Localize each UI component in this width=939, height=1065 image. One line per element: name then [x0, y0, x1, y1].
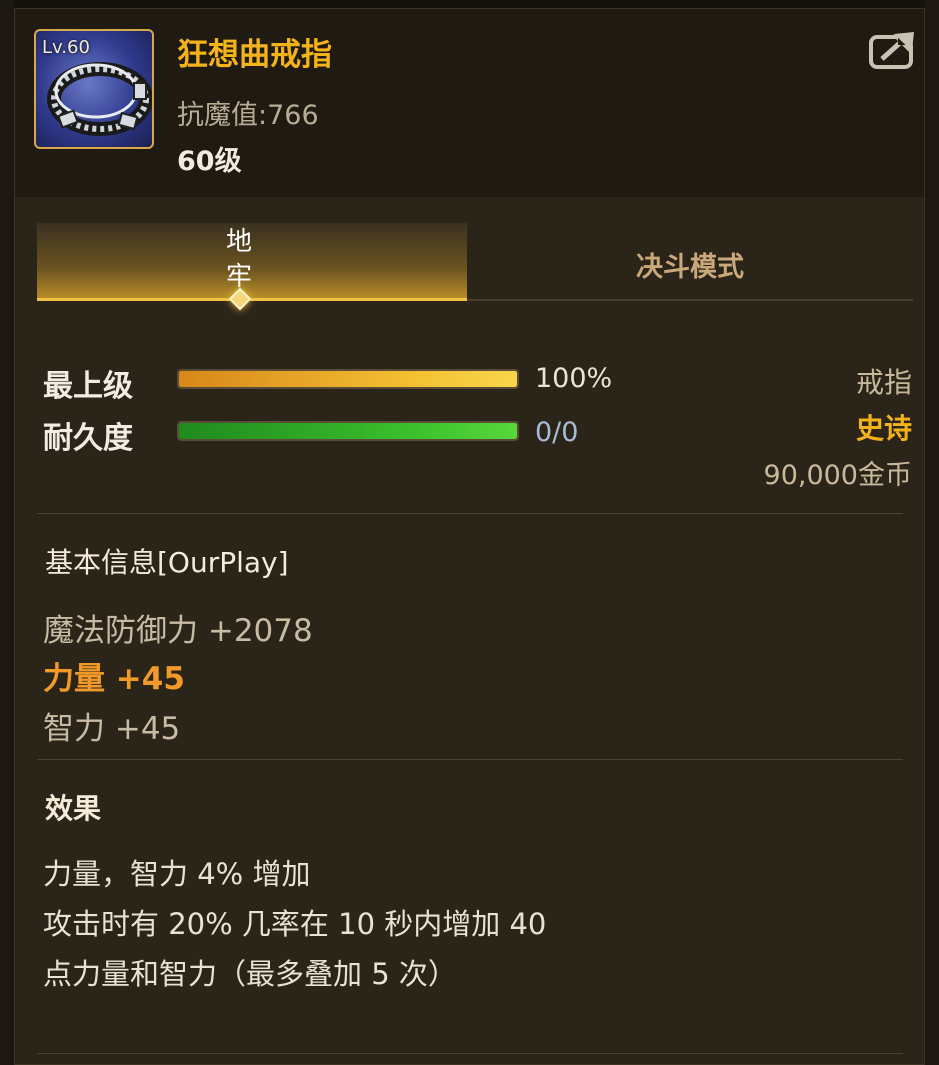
basic-info-title: 基本信息[OurPlay] — [45, 546, 289, 579]
grade-value: 100% — [535, 363, 613, 394]
item-level-badge: Lv.60 — [42, 37, 90, 58]
item-tooltip-panel: Lv.60 狂想曲戒指 抗魔值:766 60级 地牢 决斗模式 最上级 100%… — [14, 8, 925, 1065]
tab-duel-label: 决斗模式 — [636, 252, 744, 283]
effect-line: 攻击时有 20% 几率在 10 秒内增加 40 — [43, 907, 547, 941]
durability-label: 耐久度 — [43, 421, 133, 456]
durability-bar-fill — [179, 423, 517, 439]
item-name: 狂想曲戒指 — [177, 37, 332, 73]
share-button[interactable] — [868, 29, 918, 71]
effect-line: 力量，智力 4% 增加 — [43, 857, 311, 891]
grade-bar-fill — [179, 371, 517, 387]
ring-icon: Lv.60 — [34, 29, 154, 149]
durability-value: 0/0 — [535, 417, 579, 448]
effect-line: 点力量和智力（最多叠加 5 次） — [43, 957, 457, 991]
grade-label: 最上级 — [43, 369, 133, 404]
tab-dungeon-label: 地牢 — [225, 227, 252, 292]
item-price: 90,000金币 — [763, 460, 912, 491]
item-type: 戒指 — [855, 366, 912, 399]
effects-title: 效果 — [45, 792, 102, 825]
divider-1 — [37, 513, 903, 514]
background-right — [925, 0, 939, 1065]
attr-intelligence: 智力 +45 — [43, 711, 181, 747]
item-level: 60级 — [177, 146, 242, 177]
share-icon — [869, 31, 916, 69]
background-left — [0, 0, 14, 1065]
magic-resistance: 抗魔值:766 — [177, 100, 319, 131]
mode-tabs: 地牢 决斗模式 — [37, 223, 913, 311]
attr-strength: 力量 +45 — [43, 661, 185, 697]
divider-3 — [37, 1053, 903, 1054]
item-rarity: 史诗 — [855, 412, 912, 445]
durability-bar — [177, 421, 519, 441]
divider-2 — [37, 759, 903, 760]
attr-magic-defense: 魔法防御力 +2078 — [43, 613, 313, 649]
item-header: Lv.60 狂想曲戒指 抗魔值:766 60级 — [15, 9, 924, 197]
tab-dungeon[interactable]: 地牢 — [37, 223, 467, 311]
tab-duel-mode[interactable]: 决斗模式 — [467, 223, 913, 301]
grade-bar — [177, 369, 519, 389]
